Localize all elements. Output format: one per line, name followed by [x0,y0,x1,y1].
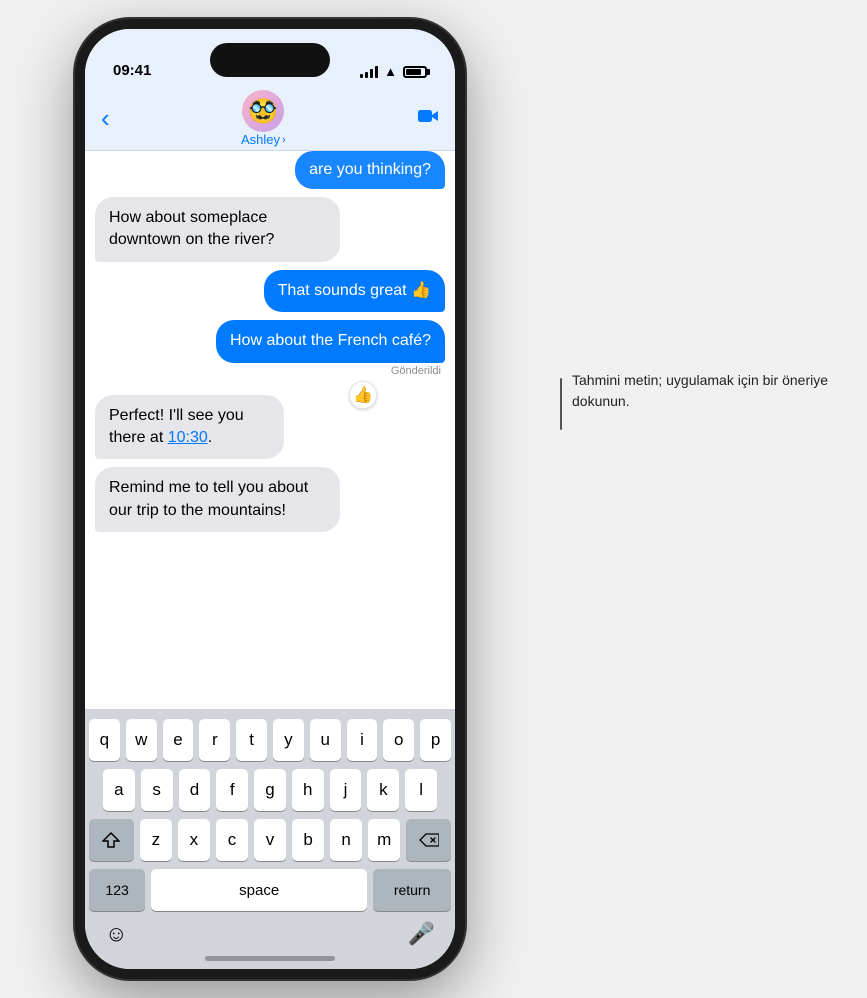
key-k[interactable]: k [367,769,399,811]
wifi-icon: ▲ [384,64,397,79]
status-time: 09:41 [113,62,151,79]
delete-key[interactable] [406,819,451,861]
numbers-key[interactable]: 123 [89,869,145,911]
emoji-button[interactable]: ☺ [105,921,127,947]
message-bubble: That sounds great 👍 [264,270,445,312]
message-bubble: How about someplace downtown on the rive… [95,197,340,262]
key-c[interactable]: c [216,819,248,861]
time-link[interactable]: 10:30 [168,429,208,446]
key-z[interactable]: z [140,819,172,861]
dynamic-island [210,43,330,77]
delivered-label: Gönderildi [391,365,445,377]
key-m[interactable]: m [368,819,400,861]
key-n[interactable]: n [330,819,362,861]
message-row: Remind me to tell you about our trip to … [95,467,445,532]
microphone-button[interactable]: 🎤 [408,921,435,947]
status-icons: ▲ [360,64,427,79]
space-key[interactable]: space [151,869,367,911]
key-t[interactable]: t [236,719,267,761]
key-b[interactable]: b [292,819,324,861]
annotation-text: Tahmini metin; uygulamak için bir öneriy… [572,370,850,412]
key-j[interactable]: j [330,769,362,811]
avatar: 🥸 [242,90,284,132]
key-h[interactable]: h [292,769,324,811]
contact-header[interactable]: 🥸 Ashley › [241,90,286,147]
home-indicator [205,956,335,961]
key-g[interactable]: g [254,769,286,811]
key-v[interactable]: v [254,819,286,861]
message-row: Perfect! I'll see you there at 10:30. 👍 [95,395,445,460]
key-e[interactable]: e [163,719,194,761]
shift-key[interactable] [89,819,134,861]
return-key[interactable]: return [373,869,451,911]
message-text: How about someplace downtown on the rive… [109,209,274,248]
message-text: How about the French café? [230,332,431,349]
avatar-emoji: 🥸 [248,97,278,126]
keyboard-row-1: q w e r t y u i o p [89,719,451,761]
key-f[interactable]: f [216,769,248,811]
message-text: That sounds great 👍 [278,282,431,299]
keyboard-row-4: 123 space return [89,869,451,911]
key-p[interactable]: p [420,719,451,761]
key-u[interactable]: u [310,719,341,761]
annotation-bracket [560,378,562,430]
message-row: How about the French café? Gönderildi [95,320,445,376]
message-text: Perfect! I'll see you there at 10:30. [109,407,244,446]
video-call-button[interactable] [417,107,439,131]
message-bubble: How about the French café? [216,320,445,362]
signal-icon [360,66,378,78]
message-text: are you thinking? [309,161,431,178]
key-l[interactable]: l [405,769,437,811]
key-y[interactable]: y [273,719,304,761]
key-w[interactable]: w [126,719,157,761]
battery-icon [403,66,427,78]
key-i[interactable]: i [347,719,378,761]
message-bubble: Remind me to tell you about our trip to … [95,467,340,532]
keyboard-row-3: z x c v b n m [89,819,451,861]
message-bubble: Perfect! I'll see you there at 10:30. [95,395,284,460]
key-q[interactable]: q [89,719,120,761]
key-x[interactable]: x [178,819,210,861]
message-row: How about someplace downtown on the rive… [95,197,445,262]
keyboard-row-2: a s d f g h j k l [89,769,451,811]
contact-name: Ashley › [241,132,286,147]
key-s[interactable]: s [141,769,173,811]
nav-bar: ‹ 🥸 Ashley › [85,87,455,151]
message-row: That sounds great 👍 [95,270,445,312]
message-text: Remind me to tell you about our trip to … [109,479,308,518]
keyboard: q w e r t y u i o p a s d f g h j k [85,709,455,969]
key-a[interactable]: a [103,769,135,811]
message-row: are you thinking? [95,161,445,189]
message-bubble: are you thinking? [295,151,445,189]
back-button[interactable]: ‹ [101,103,110,134]
key-o[interactable]: o [383,719,414,761]
tapback-reaction: 👍 [349,381,377,409]
annotation-area: Tahmini metin; uygulamak için bir öneriy… [560,370,850,430]
key-d[interactable]: d [179,769,211,811]
key-r[interactable]: r [199,719,230,761]
